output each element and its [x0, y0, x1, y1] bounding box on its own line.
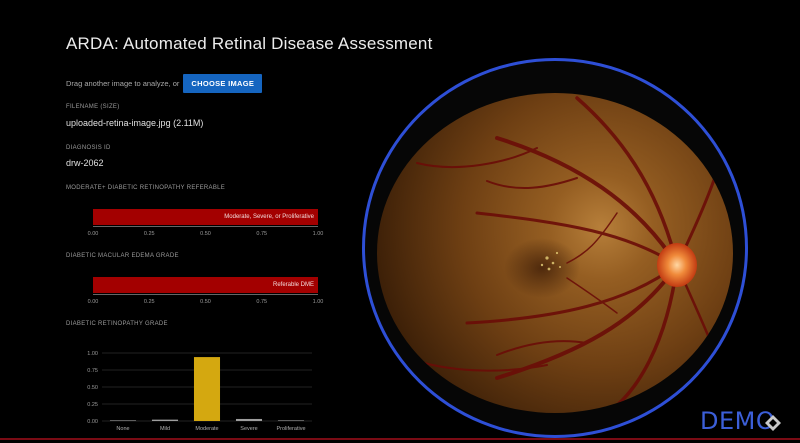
- y-tick-label-0: 0.00: [87, 419, 98, 425]
- x-tick-label-none: None: [116, 426, 129, 432]
- diagnosis-id-value: drw-2062: [66, 158, 104, 168]
- bar-moderate: [193, 357, 221, 421]
- dme-tick-3: 0.75: [256, 299, 268, 305]
- dme-label: DIABETIC MACULAR EDEMA GRADE: [66, 253, 179, 259]
- dme-tick-4: 1.00: [312, 299, 324, 305]
- choose-image-button[interactable]: CHOOSE IMAGE: [183, 74, 263, 93]
- x-tick-label-severe: Severe: [240, 426, 257, 432]
- bar-mild: [151, 419, 179, 421]
- dr-referable-bar: Moderate, Severe, or Proliferative: [93, 209, 318, 225]
- retina-image-frame: [362, 58, 748, 438]
- dme-tick-1: 0.25: [143, 299, 155, 305]
- x-tick-label-proliferative: Proliferative: [276, 426, 305, 432]
- dr-tick-0: 0.00: [87, 231, 99, 237]
- dr-referable-axis: [93, 226, 318, 227]
- x-tick-label-mild: Mild: [160, 426, 170, 432]
- filename-label: FILENAME (SIZE): [66, 104, 120, 110]
- dme-axis: [93, 294, 318, 295]
- dme-bar-label: Referable DME: [272, 282, 314, 288]
- retina-vessels: [416, 96, 729, 413]
- dr-grade-chart: 0.00 0.25 0.50 0.75 1.00 None Mild Moderate Seve…: [87, 351, 312, 432]
- progress-line: [0, 438, 800, 440]
- dr-tick-2: 0.50: [200, 231, 211, 237]
- drag-instruction: Drag another image to analyze, or: [66, 79, 180, 88]
- upload-row: Drag another image to analyze, or CHOOSE…: [66, 74, 263, 93]
- bar-proliferative: [277, 420, 305, 421]
- logo-icon: [765, 415, 781, 431]
- dr-tick-3: 0.75: [256, 231, 268, 237]
- bar-severe: [235, 418, 263, 421]
- dr-referable-chart: Moderate, Severe, or Proliferative 0.00 …: [88, 209, 323, 243]
- dme-chart: Referable DME 0.00 0.25 0.50 0.75 1.00: [88, 277, 323, 311]
- dr-grade-label: DIABETIC RETINOPATHY GRADE: [66, 321, 168, 327]
- top-strip: [0, 0, 800, 10]
- dr-referable-bar-label: Moderate, Severe, or Proliferative: [224, 214, 314, 220]
- y-tick-label-2: 0.50: [87, 385, 98, 391]
- dr-tick-4: 1.00: [312, 231, 324, 237]
- dme-tick-2: 0.50: [200, 299, 211, 305]
- dr-tick-1: 0.25: [143, 231, 155, 237]
- y-tick-label-4: 1.00: [87, 351, 98, 357]
- retina-image: [377, 93, 733, 413]
- y-tick-label-1: 0.25: [87, 402, 98, 408]
- y-tick-label-3: 0.75: [87, 368, 98, 374]
- diagnosis-id-label: DIAGNOSIS ID: [66, 145, 111, 151]
- filename-value: uploaded-retina-image.jpg (2.11M): [66, 118, 204, 128]
- dme-bar: Referable DME: [93, 277, 318, 293]
- dme-tick-0: 0.00: [87, 299, 99, 305]
- bar-none: [109, 420, 137, 421]
- dr-referable-label: MODERATE+ DIABETIC RETINOPATHY REFERABLE: [66, 185, 226, 191]
- x-tick-label-moderate: Moderate: [195, 426, 218, 432]
- page-title: ARDA: Automated Retinal Disease Assessme…: [66, 34, 433, 53]
